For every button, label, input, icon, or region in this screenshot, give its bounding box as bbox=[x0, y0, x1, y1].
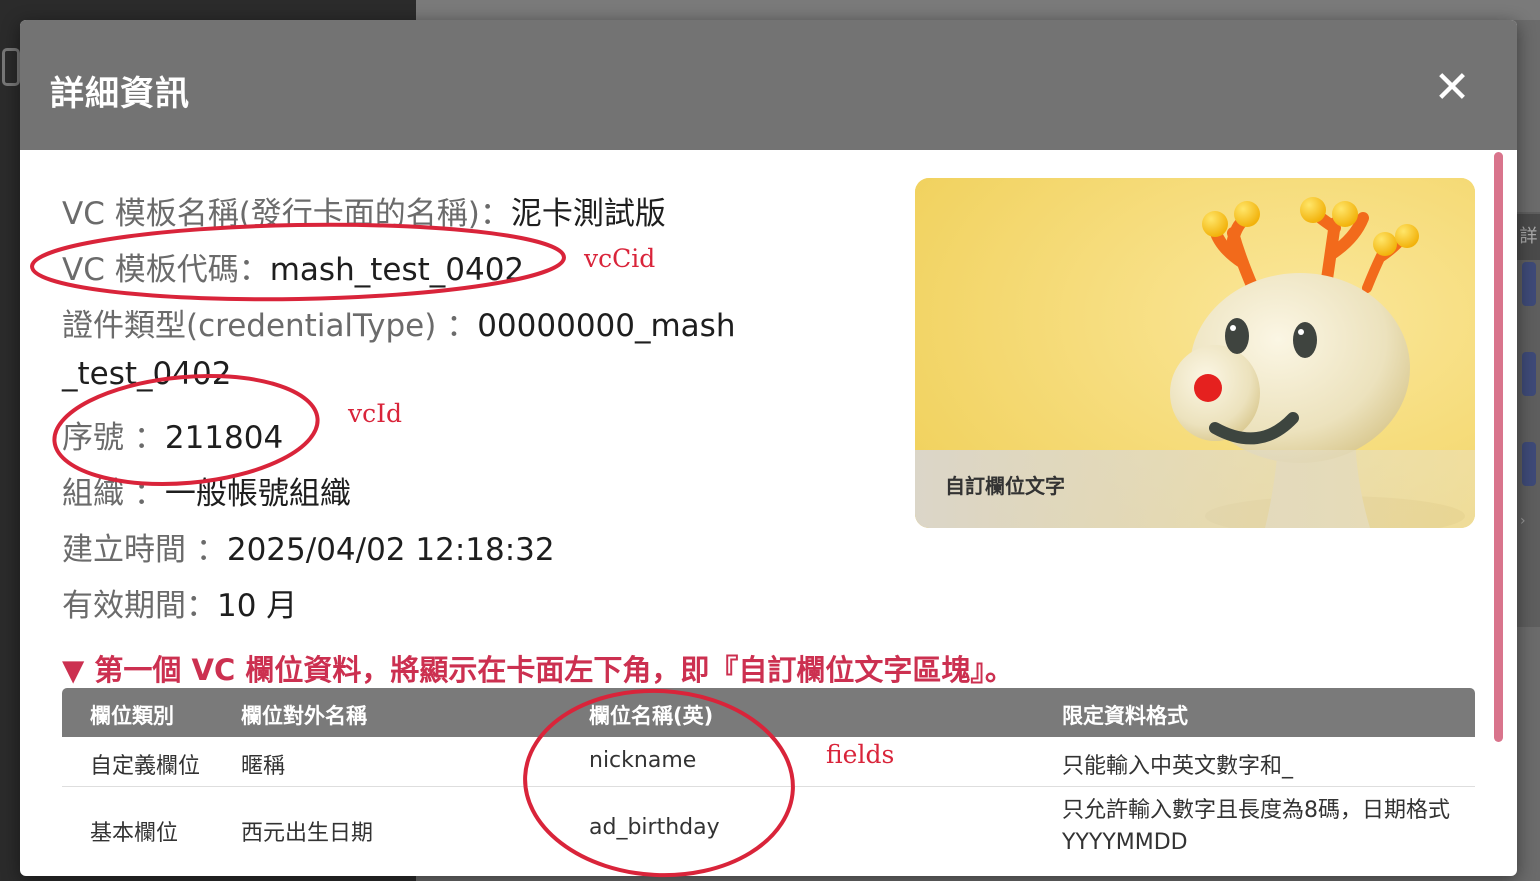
background-button bbox=[1522, 262, 1536, 306]
info-value: 211804 bbox=[164, 420, 284, 456]
table-header-cell: 欄位對外名稱 bbox=[241, 704, 367, 728]
table-cell: 暱稱 bbox=[241, 754, 286, 779]
info-template-code: VC 模板代碼：mash_test_0402 bbox=[62, 244, 524, 289]
modal-header: 詳細資訊 ✕ bbox=[20, 20, 1517, 150]
table-header-cell: 限定資料格式 bbox=[1062, 704, 1188, 728]
info-label: 序號 ： bbox=[62, 420, 165, 456]
info-label: 建立時間 ： bbox=[62, 532, 227, 568]
detail-modal: 詳細資訊 ✕ VC 模板名稱(發行卡面的名稱)：泥卡測試版 VC 模板代碼：ma… bbox=[20, 20, 1517, 876]
close-button[interactable]: ✕ bbox=[1428, 64, 1476, 112]
table-cell: 基本欄位 bbox=[90, 821, 179, 846]
info-value: 10 月 bbox=[217, 588, 298, 624]
annotation-label-vccid: vcCid bbox=[584, 244, 656, 273]
table-cell: nickname bbox=[589, 748, 697, 773]
vc-card-preview: 自訂欄位文字 bbox=[915, 178, 1475, 528]
table-header-cell: 欄位名稱(英) bbox=[589, 704, 714, 728]
info-value: _test_0402 bbox=[62, 356, 232, 392]
info-value: 2025/04/02 12:18:32 bbox=[226, 532, 555, 568]
table-row: 自定義欄位 暱稱 nickname 只能輸入中英文數字和_ bbox=[62, 737, 1475, 787]
background-button bbox=[1522, 442, 1536, 486]
info-created: 建立時間 ：2025/04/02 12:18:32 bbox=[62, 524, 555, 569]
info-validity: 有效期間：10 月 bbox=[62, 580, 297, 625]
card-caption-text: 自訂欄位文字 bbox=[945, 474, 1065, 498]
info-label: VC 模板代碼： bbox=[62, 252, 270, 288]
background-user-icon bbox=[2, 48, 20, 86]
table-cell: 西元出生日期 bbox=[241, 821, 374, 846]
section-note: ▼ 第一個 VC 欄位資料，將顯示在卡面左下角，即『自訂欄位文字區塊』。 bbox=[62, 653, 1014, 687]
info-credential-type-cont: _test_0402 bbox=[62, 356, 231, 392]
chevron-right-icon: › bbox=[1520, 513, 1526, 529]
annotation-label-vcid: vcId bbox=[348, 399, 403, 428]
background-button bbox=[1522, 352, 1536, 396]
scrollbar[interactable] bbox=[1494, 152, 1503, 742]
info-template-name: VC 模板名稱(發行卡面的名稱)：泥卡測試版 bbox=[62, 188, 666, 233]
background-top-strip bbox=[416, 0, 1540, 20]
info-value: mash_test_0402 bbox=[269, 252, 525, 288]
table-row: 基本欄位 西元出生日期 ad_birthday 只允許輸入數字且長度為8碼，日期… bbox=[62, 787, 1475, 876]
annotation-label-fields: fields bbox=[826, 740, 895, 769]
table-cell: ad_birthday bbox=[589, 815, 720, 840]
info-label: 證件類型(credentialType) ： bbox=[62, 308, 478, 344]
info-value: 一般帳號組織 bbox=[164, 476, 351, 512]
modal-title: 詳細資訊 bbox=[50, 74, 190, 114]
table-cell: 只允許輸入數字且長度為8碼，日期格式 YYYYMMDD bbox=[1062, 798, 1450, 849]
info-label: 有效期間： bbox=[62, 588, 217, 624]
info-org: 組織 ：一般帳號組織 bbox=[62, 468, 351, 513]
table-cell: 自定義欄位 bbox=[90, 754, 201, 779]
table-header: 欄位類別 欄位對外名稱 欄位名稱(英) 限定資料格式 bbox=[62, 688, 1475, 737]
info-value: 00000000_mash bbox=[477, 308, 736, 344]
info-label: 組織 ： bbox=[62, 476, 165, 512]
table-header-cell: 欄位類別 bbox=[90, 704, 174, 728]
info-credential-type: 證件類型(credentialType) ：00000000_mash bbox=[62, 300, 735, 345]
background-right-tab: 詳 bbox=[1517, 214, 1540, 260]
info-value: 泥卡測試版 bbox=[510, 196, 666, 232]
close-icon: ✕ bbox=[1433, 62, 1471, 113]
info-label: VC 模板名稱(發行卡面的名稱)： bbox=[62, 196, 511, 232]
info-serial: 序號 ：211804 bbox=[62, 412, 283, 457]
table-cell: 只能輸入中英文數字和_ bbox=[1062, 754, 1294, 779]
